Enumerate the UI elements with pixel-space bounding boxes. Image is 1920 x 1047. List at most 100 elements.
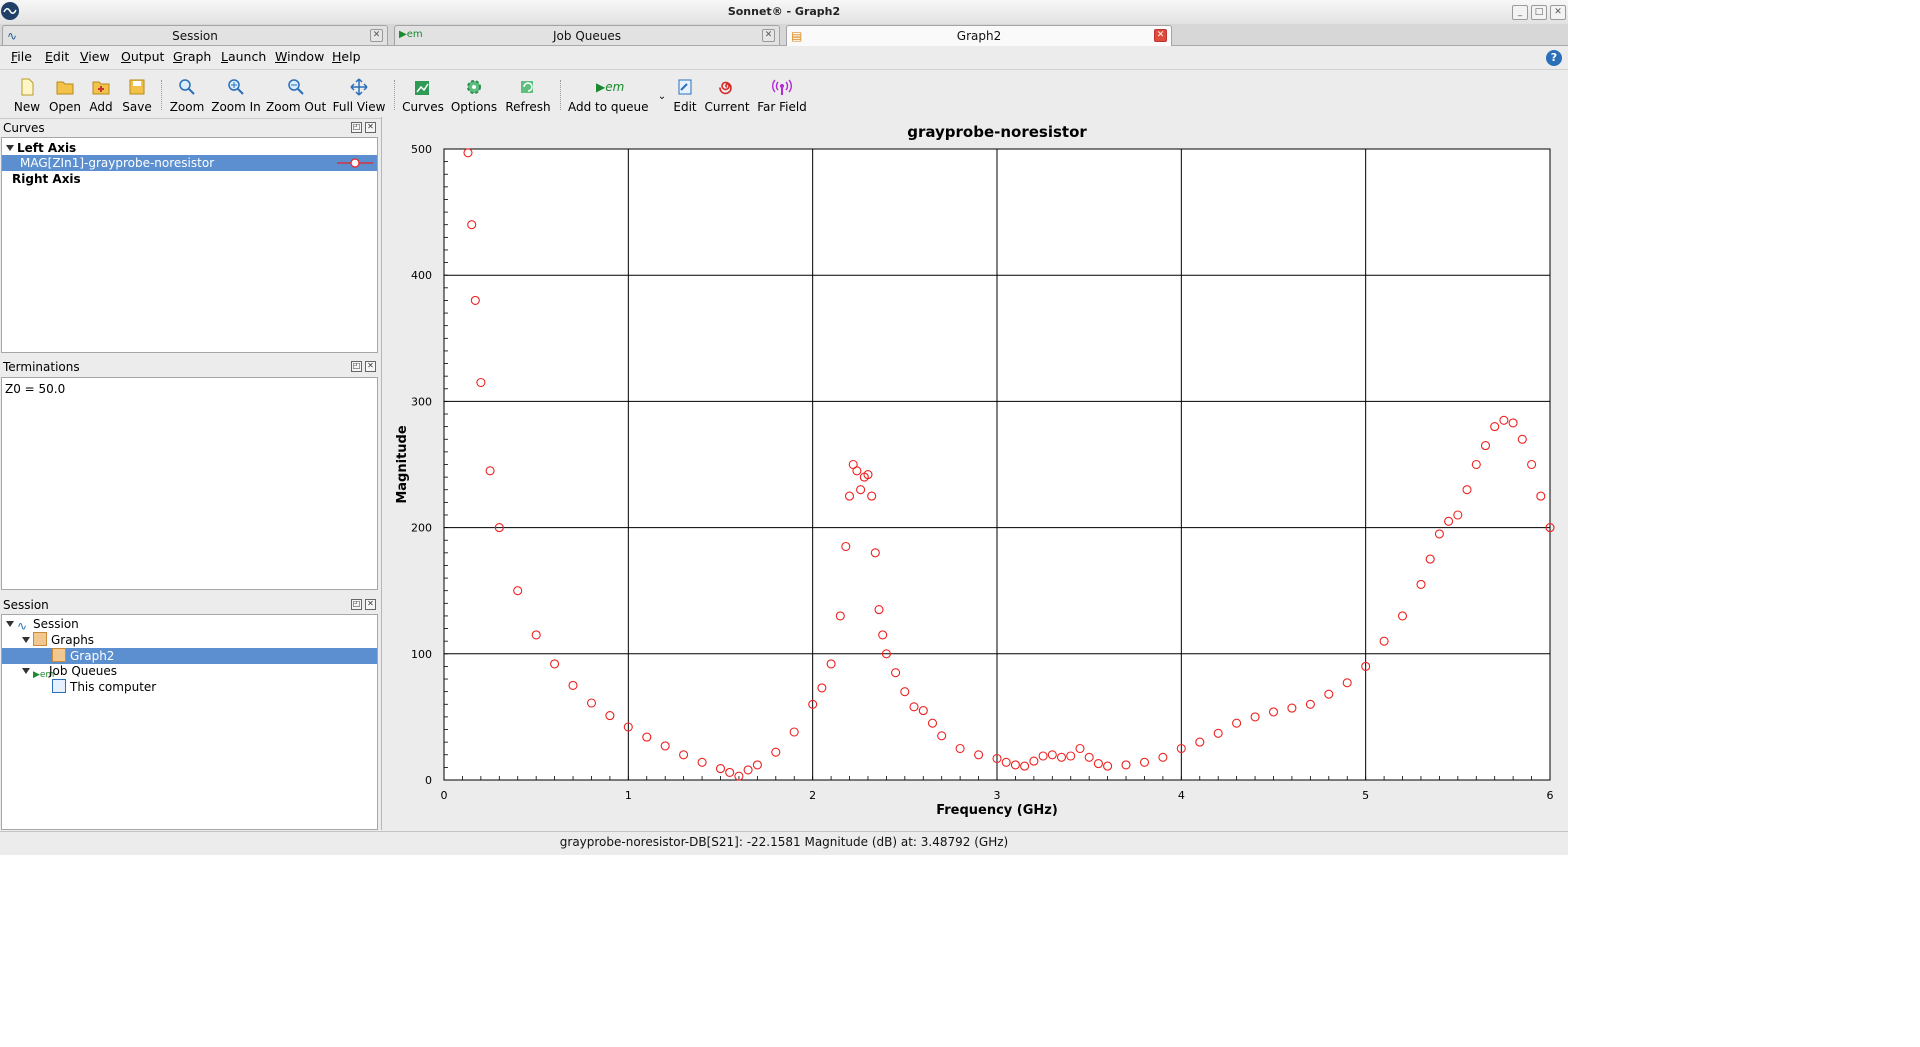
- far-field-antenna-icon: [772, 78, 792, 96]
- window-title: Sonnet® - Graph2: [727, 5, 841, 18]
- minimize-button[interactable]: _: [1512, 5, 1528, 20]
- curves-icon: [413, 78, 433, 96]
- add-to-queue-dropdown[interactable]: ⌄: [652, 74, 666, 116]
- graph-icon: [52, 648, 66, 662]
- tab-graph2[interactable]: ▤ Graph2 ✕: [786, 25, 1172, 46]
- edit-button[interactable]: Edit: [670, 74, 700, 116]
- close-pane-icon[interactable]: ✕: [365, 122, 376, 133]
- far-field-button[interactable]: Far Field: [756, 74, 808, 116]
- right-axis-node[interactable]: Right Axis: [2, 171, 377, 187]
- maximize-button[interactable]: □: [1531, 5, 1547, 20]
- current-spiral-icon: [717, 78, 737, 96]
- float-pane-icon[interactable]: ◰: [351, 599, 362, 610]
- zoom-in-button[interactable]: Zoom In: [210, 74, 262, 116]
- open-button[interactable]: Open: [48, 74, 82, 116]
- current-button[interactable]: Current: [704, 74, 750, 116]
- menu-file[interactable]: File: [11, 49, 32, 64]
- options-gear-icon: [464, 78, 484, 96]
- x-tick-label: 6: [1547, 789, 1554, 802]
- curves-pane-title: Curves: [3, 121, 45, 135]
- x-tick-label: 1: [625, 789, 632, 802]
- session-icon: ∿: [17, 619, 28, 633]
- em-run-icon: ▶em: [596, 80, 625, 94]
- edit-icon: [675, 78, 695, 96]
- refresh-icon: [518, 78, 538, 96]
- zoom-out-button[interactable]: Zoom Out: [266, 74, 326, 116]
- save-disk-icon: [127, 78, 147, 96]
- y-tick-label: 400: [411, 269, 432, 282]
- x-tick-label: 3: [994, 789, 1001, 802]
- chevron-down-icon: ⌄: [657, 91, 667, 102]
- tab-job-queues[interactable]: ▶em Job Queues ✕: [394, 25, 780, 45]
- x-tick-label: 4: [1178, 789, 1185, 802]
- graphs-folder-icon: [33, 632, 47, 646]
- desktop-background-bottom: [0, 855, 1568, 1047]
- y-tick-label: 500: [411, 143, 432, 156]
- menu-view[interactable]: View: [80, 49, 110, 64]
- full-view-button[interactable]: Full View: [332, 74, 386, 116]
- add-button[interactable]: Add: [86, 74, 116, 116]
- float-pane-icon[interactable]: ◰: [351, 122, 362, 133]
- expand-triangle-icon: [22, 668, 30, 674]
- toolbar-separator: [394, 80, 396, 110]
- toolbar: New Open Add Save Zoom Zoom In Zoom Out: [0, 69, 1568, 119]
- folder-open-icon: [55, 78, 75, 96]
- y-tick-label: 200: [411, 522, 432, 535]
- close-tab-icon[interactable]: ✕: [762, 29, 775, 42]
- close-pane-icon[interactable]: ✕: [365, 361, 376, 372]
- toolbar-separator: [161, 80, 163, 110]
- job-queues-node[interactable]: ▶emJob Queues: [2, 663, 377, 680]
- x-tick-label: 5: [1362, 789, 1369, 802]
- session-pane-title: Session: [3, 598, 49, 612]
- graph-chart[interactable]: 0 1 2 3 4 5 6 0 100 200 300 400 500 grayprobe-noresis…: [382, 117, 1568, 830]
- new-button[interactable]: New: [10, 74, 44, 116]
- add-to-queue-button[interactable]: ▶em Add to queue: [568, 74, 649, 116]
- float-pane-icon[interactable]: ◰: [351, 361, 362, 372]
- menu-help[interactable]: Help: [332, 49, 361, 64]
- left-axis-node[interactable]: Left Axis: [2, 140, 377, 156]
- terminations-list: Z0 = 50.0: [1, 377, 378, 590]
- curves-button[interactable]: Curves: [402, 74, 444, 116]
- expand-triangle-icon: [22, 637, 30, 643]
- terminations-pane-title: Terminations: [3, 360, 80, 374]
- x-tick-label: 0: [441, 789, 448, 802]
- tab-job-queues-label: Job Queues: [553, 29, 621, 43]
- x-axis-label: Frequency (GHz): [936, 803, 1058, 818]
- graph2-node[interactable]: Graph2: [2, 648, 377, 664]
- menu-edit[interactable]: Edit: [45, 49, 69, 64]
- options-button[interactable]: Options: [450, 74, 498, 116]
- close-window-button[interactable]: ✕: [1550, 5, 1566, 20]
- status-text: grayprobe-noresistor-DB[S21]: -22.1581 M…: [559, 835, 1009, 849]
- curves-pane-header: Curves ◰ ✕: [0, 119, 378, 137]
- this-computer-node[interactable]: This computer: [2, 679, 377, 695]
- curves-tree: Left Axis MAG[ZIn1]-grayprobe-noresistor…: [1, 137, 378, 353]
- menu-output[interactable]: Output: [121, 49, 164, 64]
- tab-session-label: Session: [172, 29, 218, 43]
- toolbar-separator: [560, 80, 562, 110]
- magnifier-icon: [177, 78, 197, 96]
- full-view-arrows-icon: [349, 78, 369, 96]
- save-button[interactable]: Save: [120, 74, 154, 116]
- menu-launch[interactable]: Launch: [221, 49, 266, 64]
- close-pane-icon[interactable]: ✕: [365, 599, 376, 610]
- curve-item[interactable]: MAG[ZIn1]-grayprobe-noresistor: [2, 155, 377, 171]
- graphs-node[interactable]: Graphs: [2, 632, 377, 648]
- tab-graph2-label: Graph2: [956, 29, 1002, 43]
- app-window: Sonnet® - Graph2 _ □ ✕ ∿ Session ✕ ▶em J…: [0, 0, 1568, 855]
- menu-window[interactable]: Window: [275, 49, 324, 64]
- menu-graph[interactable]: Graph: [173, 49, 211, 64]
- close-tab-icon[interactable]: ✕: [370, 29, 383, 42]
- desktop-background: [1568, 0, 1920, 1047]
- session-node[interactable]: ∿ Session: [2, 616, 377, 632]
- status-bar: grayprobe-noresistor-DB[S21]: -22.1581 M…: [0, 831, 1568, 855]
- refresh-button[interactable]: Refresh: [504, 74, 552, 116]
- session-tree: ∿ Session Graphs Graph2 ▶emJob Queues Thi…: [1, 614, 378, 830]
- graph-area[interactable]: 0 1 2 3 4 5 6 0 100 200 300 400 500 grayprobe-noresis…: [381, 117, 1568, 830]
- close-tab-icon[interactable]: ✕: [1154, 29, 1167, 42]
- zoom-button[interactable]: Zoom: [168, 74, 206, 116]
- new-file-icon: [17, 78, 37, 96]
- help-icon[interactable]: ?: [1546, 50, 1562, 66]
- tab-session[interactable]: ∿ Session ✕: [2, 25, 388, 45]
- expand-triangle-icon: [6, 145, 14, 151]
- y-tick-label: 0: [425, 774, 432, 787]
